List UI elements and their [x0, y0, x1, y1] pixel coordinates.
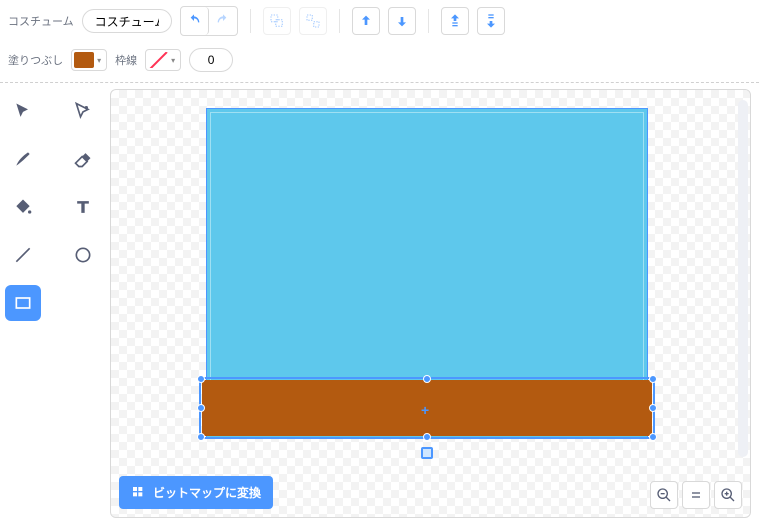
- forward-button[interactable]: [352, 7, 380, 35]
- reshape-tool[interactable]: [65, 93, 101, 129]
- undo-button[interactable]: [181, 7, 209, 35]
- selected-rectangle-shape[interactable]: [202, 380, 652, 436]
- undo-redo-group: [180, 6, 238, 36]
- zoom-in-button[interactable]: [714, 481, 742, 509]
- eraser-tool[interactable]: [65, 141, 101, 177]
- zoom-reset-button[interactable]: [682, 481, 710, 509]
- select-tool[interactable]: [5, 93, 41, 129]
- convert-bitmap-label: ビットマップに変換: [153, 484, 261, 501]
- zoom-controls: [650, 481, 742, 509]
- fill-label: 塗りつぶし: [8, 52, 63, 68]
- outline-width-input[interactable]: [189, 48, 233, 72]
- line-tool[interactable]: [5, 237, 41, 273]
- circle-tool[interactable]: [65, 237, 101, 273]
- costume-label: コスチューム: [8, 13, 74, 29]
- rectangle-tool[interactable]: [5, 285, 41, 321]
- backward-button[interactable]: [388, 7, 416, 35]
- chevron-down-icon: ▾: [94, 56, 104, 65]
- outline-swatch: [148, 52, 168, 68]
- brush-tool[interactable]: [5, 141, 41, 177]
- outline-color-picker[interactable]: ▾: [145, 49, 181, 71]
- fill-swatch: [74, 52, 94, 68]
- fill-tool[interactable]: [5, 189, 41, 225]
- ungroup-button[interactable]: [299, 7, 327, 35]
- tool-palette: [0, 83, 110, 526]
- zoom-out-button[interactable]: [650, 481, 678, 509]
- chevron-down-icon: ▾: [168, 56, 178, 65]
- vertical-scrollbar[interactable]: [738, 100, 748, 457]
- bitmap-icon: [131, 485, 147, 501]
- separator: [339, 9, 340, 33]
- outline-label: 枠線: [115, 52, 137, 68]
- group-button[interactable]: [263, 7, 291, 35]
- fill-color-picker[interactable]: ▾: [71, 49, 107, 71]
- convert-bitmap-button[interactable]: ビットマップに変換: [119, 476, 273, 509]
- costume-name-input[interactable]: [82, 9, 172, 33]
- back-button[interactable]: [477, 7, 505, 35]
- separator: [250, 9, 251, 33]
- text-tool[interactable]: [65, 189, 101, 225]
- separator: [428, 9, 429, 33]
- front-button[interactable]: [441, 7, 469, 35]
- canvas-area[interactable]: + ビットマップに変換: [110, 89, 751, 518]
- no-stroke-icon: [148, 52, 168, 68]
- redo-button[interactable]: [209, 7, 237, 35]
